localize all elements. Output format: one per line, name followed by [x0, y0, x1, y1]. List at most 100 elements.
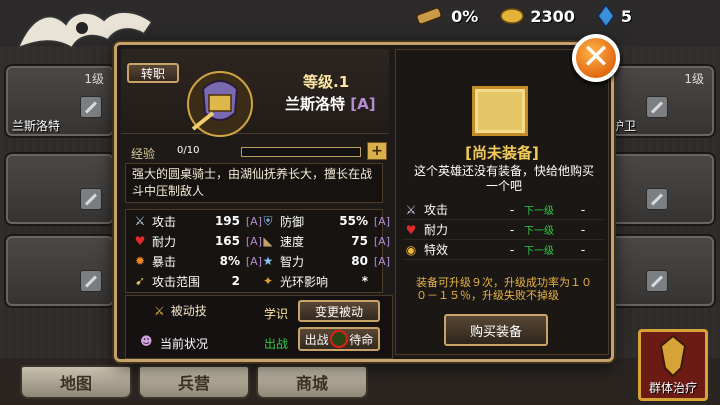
equip-stat-stamina: ♥ 耐力 - 下一级 - — [402, 220, 604, 240]
close-button[interactable]: ✕ — [572, 34, 620, 82]
hero-card-guard[interactable]: 1级 护卫 — [604, 64, 716, 138]
stat-speed: ◣ 速度 75 [A] — [260, 232, 390, 250]
heal-emblem-icon — [659, 334, 687, 378]
hero-card-name: 护卫 — [612, 119, 637, 133]
scroll-resource: 0% — [413, 5, 478, 27]
stat-label: 攻击范围 — [152, 274, 201, 289]
stat-rank: [A] — [373, 214, 390, 228]
gold-resource: 2300 — [500, 7, 575, 26]
crit-icon: ✹ — [134, 254, 146, 268]
stat-value: 2 — [231, 274, 240, 288]
equip-stat-next-value: - — [580, 242, 586, 257]
stat-label: 速度 — [280, 234, 305, 249]
stat-value: 8% — [219, 254, 240, 268]
shield-icon: ⛨ — [263, 213, 273, 228]
equip-stat-next-label: 下一级 — [524, 206, 554, 217]
tab-map[interactable]: 地图 — [20, 365, 132, 399]
stat-defense: ⛨ 防御 55% [A] — [260, 212, 390, 230]
hero-info-pane: 转职 等级.1 兰斯洛特 [A] 经验 0/10 + 强大的圆桌骑士，由湖仙抚养… — [121, 49, 393, 359]
passive-skill-icon: ⚔ — [154, 303, 165, 318]
aura-icon: ✦ — [262, 274, 274, 288]
close-icon: ✕ — [581, 36, 611, 77]
equip-stat-next-label: 下一级 — [524, 226, 554, 237]
group-heal-button[interactable]: 群体治疗 — [638, 329, 708, 401]
effect-icon: ◉ — [405, 242, 417, 257]
upgrade-info: 装备可升级９次，升级成功率为１００－１５％，升级失败不掉级 — [416, 276, 592, 302]
hero-card-empty[interactable] — [4, 234, 116, 308]
gold-value: 2300 — [530, 6, 575, 26]
sword-icon: ⚔ — [134, 214, 146, 228]
stat-value: 165 — [214, 234, 240, 248]
empty-slot-icon — [80, 96, 102, 118]
learn-label: 学识 — [264, 307, 289, 321]
hero-card-level: 1级 — [84, 72, 104, 86]
stat-rank: [A] — [373, 254, 390, 268]
hero-rank: [A] — [350, 95, 376, 113]
equip-stat-next-label: 下一级 — [524, 246, 554, 257]
wisdom-icon: ★ — [262, 254, 274, 268]
scroll-value: 0% — [451, 6, 479, 26]
battle-standby-toggle[interactable]: 出战 待命 — [298, 327, 380, 351]
stat-value: 75 — [351, 234, 368, 248]
status-label: 当前状况 — [160, 337, 209, 351]
equip-stat-label: 特效 — [424, 243, 449, 257]
equipment-status: [尚未装备] — [465, 144, 539, 162]
hero-card-empty[interactable] — [604, 234, 716, 308]
stat-stamina: ♥ 耐力 165 [A] — [132, 232, 262, 250]
scroll-icon — [416, 7, 443, 25]
hero-header: 转职 等级.1 兰斯洛特 [A] — [121, 49, 389, 137]
stat-label: 光环影响 — [280, 274, 329, 289]
stat-label: 攻击 — [152, 214, 177, 229]
hero-card-empty[interactable] — [4, 152, 116, 226]
gold-coin-icon — [500, 8, 525, 24]
toggle-right-label: 待命 — [349, 332, 374, 347]
tab-barracks[interactable]: 兵营 — [138, 365, 250, 399]
stat-label: 防御 — [280, 214, 305, 229]
exp-plus-button[interactable]: + — [367, 142, 387, 160]
empty-slot-icon — [646, 96, 668, 118]
passive-row: ⚔ 被动技 — [154, 302, 207, 319]
status-value: 出战 — [264, 337, 289, 351]
empty-slot-icon — [80, 270, 102, 292]
hero-card-level: 1级 — [684, 72, 704, 86]
equip-stat-current: - — [509, 202, 515, 217]
hero-detail-dialog: 转职 等级.1 兰斯洛特 [A] 经验 0/10 + 强大的圆桌骑士，由湖仙抚养… — [114, 42, 614, 362]
exp-bar — [241, 147, 361, 157]
hero-level: 等级.1 — [303, 73, 350, 91]
hero-card-lancelot[interactable]: 1级 兰斯洛特 — [4, 64, 116, 138]
stat-intelligence: ★ 智力 80 [A] — [260, 252, 390, 270]
transfer-button[interactable]: 转职 — [127, 63, 179, 83]
empty-slot-icon — [80, 188, 102, 210]
hero-stats: ⚔ 攻击 195 [A] ♥ 耐力 165 [A] ✹ 暴击 8% [A] ➹ … — [125, 209, 390, 293]
heart-icon: ♥ — [134, 234, 146, 248]
stat-value: 80 — [351, 254, 368, 268]
hero-card-name: 兰斯洛特 — [12, 119, 61, 133]
passive-panel: ⚔ 被动技 学识 变更被动 ☻ 当前状况 出战 出战 待命 — [125, 295, 393, 359]
equip-stat-label: 攻击 — [424, 203, 449, 217]
equip-stat-label: 耐力 — [424, 223, 449, 237]
stat-value: * — [361, 274, 368, 288]
change-passive-button[interactable]: 变更被动 — [298, 300, 380, 322]
hero-name: 兰斯洛特 — [285, 95, 346, 113]
stat-label: 智力 — [280, 254, 305, 269]
gem-resource: 5 — [596, 4, 632, 28]
equipment-stats: ⚔ 攻击 - 下一级 - ♥ 耐力 - 下一级 - ◉ 特效 - 下一级 - — [402, 200, 604, 260]
equip-stat-effect: ◉ 特效 - 下一级 - — [402, 240, 604, 260]
hero-portrait — [187, 71, 253, 137]
equipment-slot[interactable] — [472, 86, 528, 136]
gem-value: 5 — [620, 6, 632, 26]
buy-equipment-button[interactable]: 购买装备 — [444, 314, 548, 346]
equip-stat-current: - — [509, 242, 515, 257]
boot-icon: ◣ — [263, 234, 273, 248]
toggle-knob[interactable] — [329, 330, 348, 348]
bottom-nav: 地图 兵营 商城 — [20, 365, 368, 399]
tab-shop[interactable]: 商城 — [256, 365, 368, 399]
stat-crit: ✹ 暴击 8% [A] — [132, 252, 262, 270]
gem-icon — [596, 4, 615, 28]
equip-stat-current: - — [509, 222, 515, 237]
heart-icon: ♥ — [405, 222, 417, 237]
stat-rank: [A] — [373, 234, 390, 248]
hero-card-empty[interactable] — [604, 152, 716, 226]
stat-range: ➹ 攻击范围 2 — [132, 272, 262, 290]
exp-label: 经验 — [131, 147, 156, 161]
